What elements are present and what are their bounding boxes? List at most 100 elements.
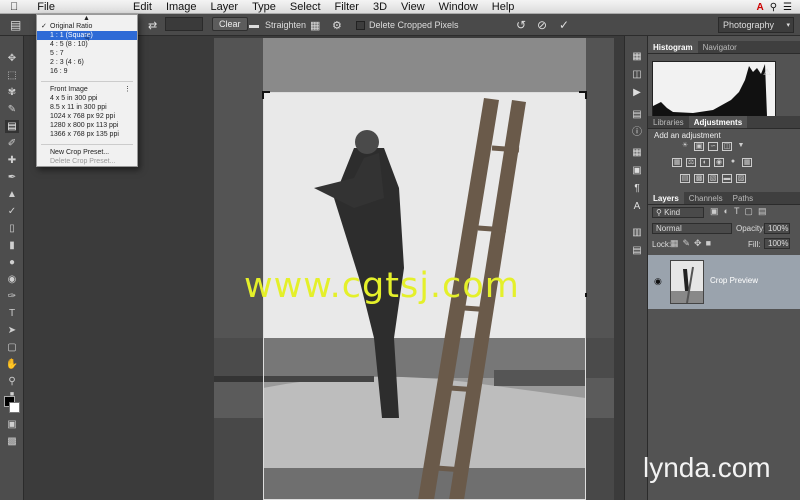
apple-menu-icon[interactable]:  [0, 1, 26, 13]
character-panel-icon[interactable]: A [629, 200, 645, 214]
pen-tool-icon[interactable]: ✑ [5, 290, 19, 303]
eraser-tool-icon[interactable]: ▯ [5, 222, 19, 235]
menu-3d[interactable]: 3D [366, 1, 394, 13]
preset-5-7[interactable]: 5 : 7 [37, 49, 137, 58]
lasso-tool-icon[interactable]: ✾ [5, 86, 19, 99]
properties-panel-icon[interactable]: ▤ [629, 108, 645, 122]
layer-row-crop-preview[interactable]: ◉ Crop Preview [648, 255, 800, 309]
menu-layer[interactable]: Layer [204, 1, 246, 13]
color-lookup-icon[interactable]: ▦ [742, 158, 752, 167]
preset-2-3[interactable]: 2 : 3 (4 : 6) [37, 58, 137, 67]
channel-mixer-icon[interactable]: ● [728, 158, 738, 167]
adobe-icon[interactable]: A [756, 2, 763, 13]
invert-icon[interactable]: ▤ [680, 174, 690, 183]
histogram-warning-icon[interactable]: ⚠ [763, 67, 771, 78]
paragraph-panel-icon[interactable]: ¶ [629, 182, 645, 196]
visibility-eye-icon[interactable]: ◉ [654, 276, 662, 287]
marquee-tool-icon[interactable]: ⬚ [5, 69, 19, 82]
preset-original-ratio[interactable]: ✓ Original Ratio [37, 22, 137, 31]
menu-window[interactable]: Window [432, 1, 485, 13]
brightness-icon[interactable]: ☀ [680, 142, 690, 151]
history-brush-icon[interactable]: ✓ [5, 205, 19, 218]
preset-front-image[interactable]: Front Image ⋮ [37, 85, 137, 94]
menu-select[interactable]: Select [283, 1, 328, 13]
gradient-tool-icon[interactable]: ▮ [5, 239, 19, 252]
blend-mode-select[interactable]: Normal [652, 223, 732, 234]
crop-settings-gear-icon[interactable]: ⚙ [332, 17, 342, 33]
tab-channels[interactable]: Channels [684, 192, 728, 204]
menu-view[interactable]: View [394, 1, 432, 13]
history-panel-icon[interactable]: ▦ [629, 50, 645, 64]
preset-size-5[interactable]: 1366 x 768 px 135 ppi [37, 130, 137, 139]
checkbox-box[interactable] [356, 20, 365, 30]
levels-icon[interactable]: ▣ [694, 142, 704, 151]
fill-field[interactable]: 100% [764, 238, 790, 249]
reset-crop-icon[interactable]: ↺ [516, 17, 526, 33]
color-balance-icon[interactable]: ⚖ [686, 158, 696, 167]
tab-navigator[interactable]: Navigator [698, 41, 742, 53]
quick-select-tool-icon[interactable]: ✎ [5, 103, 19, 116]
crop-handle-right-mid[interactable] [583, 293, 587, 297]
black-white-icon[interactable]: ◐ [700, 158, 710, 167]
crop-handle-top-right[interactable] [579, 91, 587, 99]
menu-image[interactable]: Image [159, 1, 204, 13]
dodge-tool-icon[interactable]: ◉ [5, 273, 19, 286]
actions-panel-icon[interactable]: ▶ [629, 86, 645, 100]
menu-help[interactable]: Help [485, 1, 522, 13]
tool-presets-panel-icon[interactable]: ▥ [629, 226, 645, 240]
eyedropper-tool-icon[interactable]: ✐ [5, 137, 19, 150]
swatches-panel-icon[interactable]: ◫ [629, 68, 645, 82]
blur-tool-icon[interactable]: ● [5, 256, 19, 269]
stamp-tool-icon[interactable]: ▲ [5, 188, 19, 201]
spotlight-icon[interactable]: ⚲ [770, 2, 777, 13]
tab-layers[interactable]: Layers [648, 192, 684, 204]
ratio-height-field[interactable] [165, 17, 203, 31]
brush-tool-icon[interactable]: ✒ [5, 171, 19, 184]
swap-ratio-icon[interactable]: ⇄ [148, 17, 157, 33]
clone-source-panel-icon[interactable]: ▣ [629, 164, 645, 178]
cancel-crop-icon[interactable]: ⊘ [537, 17, 547, 33]
shape-tool-icon[interactable]: ▢ [5, 341, 19, 354]
path-select-tool-icon[interactable]: ➤ [5, 324, 19, 337]
selective-color-icon[interactable]: ▨ [736, 174, 746, 183]
screen-mode-icon[interactable]: ▩ [5, 435, 19, 448]
delete-cropped-checkbox[interactable]: Delete Cropped Pixels [356, 17, 459, 33]
straighten-icon[interactable]: ▬ [249, 17, 259, 33]
new-crop-preset-item[interactable]: New Crop Preset... [37, 148, 137, 157]
hue-saturation-icon[interactable]: ▦ [672, 158, 682, 167]
gradient-map-icon[interactable]: ▬ [722, 174, 732, 183]
menu-filter[interactable]: Filter [328, 1, 366, 13]
crop-handle-top-left[interactable] [262, 91, 270, 99]
clear-button[interactable]: Clear [212, 17, 248, 31]
exposure-icon[interactable]: ◫ [722, 142, 732, 151]
commit-crop-icon[interactable]: ✓ [559, 17, 569, 33]
list-icon[interactable]: ☰ [783, 2, 792, 13]
preset-size-3[interactable]: 1024 x 768 px 92 ppi [37, 112, 137, 121]
notes-panel-icon[interactable]: ▤ [629, 244, 645, 258]
overlay-options-icon[interactable]: ▦ [310, 17, 320, 33]
zoom-tool-icon[interactable]: ⚲ [5, 375, 19, 388]
preset-size-4[interactable]: 1280 x 800 px 113 ppi [37, 121, 137, 130]
hand-tool-icon[interactable]: ✋ [5, 358, 19, 371]
scroll-up-arrow-icon[interactable]: ▲ [83, 15, 90, 22]
threshold-icon[interactable]: ▧ [708, 174, 718, 183]
opacity-field[interactable]: 100% [764, 223, 790, 234]
menu-type[interactable]: Type [245, 1, 283, 13]
tab-adjustments[interactable]: Adjustments [688, 116, 748, 128]
type-tool-icon[interactable]: T [5, 307, 19, 320]
move-tool-icon[interactable]: ✥ [5, 52, 19, 65]
info-panel-icon[interactable]: ⓘ [629, 126, 645, 140]
vibrance-icon[interactable]: ▼ [736, 142, 746, 151]
crop-tool-preset-icon[interactable]: ▤ [10, 17, 21, 33]
crop-tool-icon[interactable]: ▤ [5, 120, 19, 133]
workspace-select[interactable]: Photography ▾ [718, 17, 794, 33]
tab-libraries[interactable]: Libraries [648, 116, 689, 128]
tab-histogram[interactable]: Histogram [648, 41, 698, 53]
background-color-swatch[interactable] [9, 402, 20, 413]
preset-16-9[interactable]: 16 : 9 [37, 67, 137, 76]
quick-mask-icon[interactable]: ▣ [5, 418, 19, 431]
layer-filter-kind-select[interactable]: ⚲ Kind [652, 207, 704, 218]
curves-icon[interactable]: ∽ [708, 142, 718, 151]
preset-size-1[interactable]: 4 x 5 in 300 ppi [37, 94, 137, 103]
preset-size-2[interactable]: 8.5 x 11 in 300 ppi [37, 103, 137, 112]
